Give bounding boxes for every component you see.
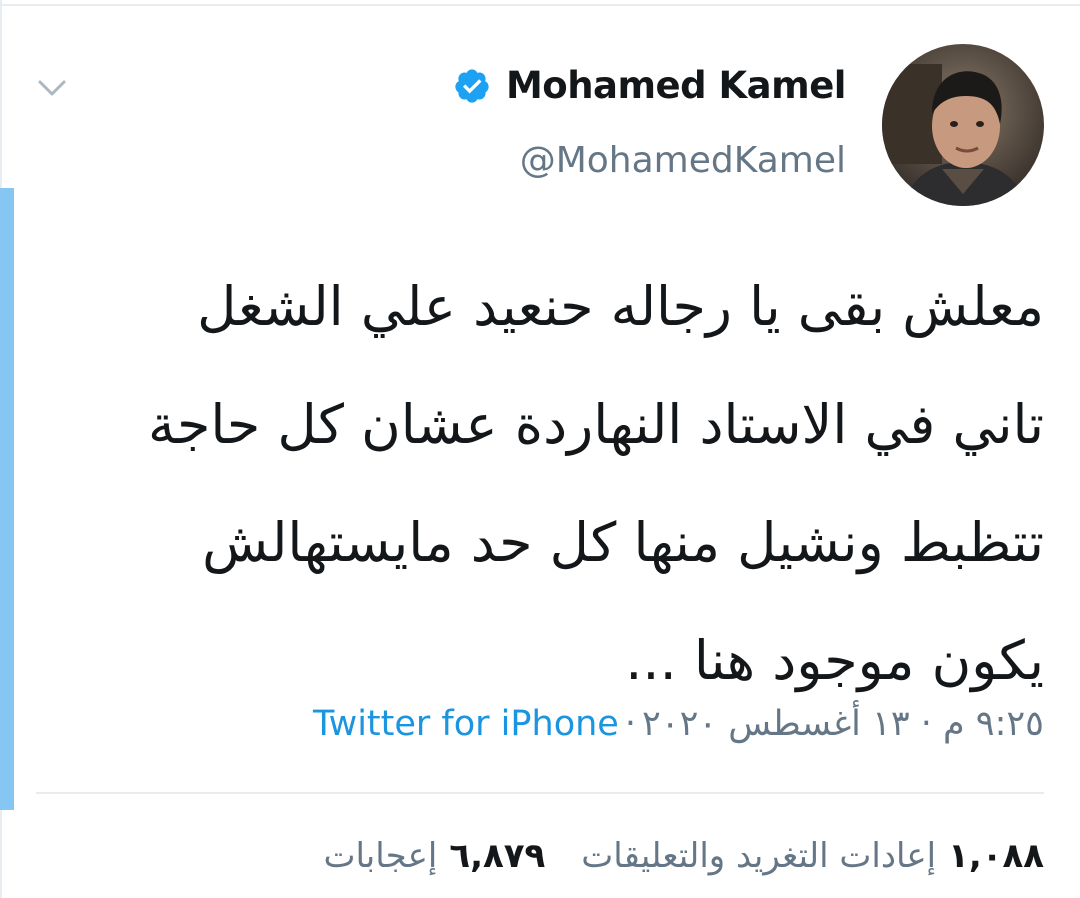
top-border [0, 4, 1080, 6]
retweets-count: ١,٠٨٨ [948, 836, 1044, 876]
verified-badge-icon [452, 66, 492, 106]
chevron-down-icon[interactable] [32, 68, 72, 108]
tweet-text-line: تتظبط ونشيل منها كل حد مايستهالش [202, 511, 1044, 574]
tweet-meta: ٩:٢٥ م · ١٣ أغسطس ٢٠٢٠ · Twitter for iPh… [313, 704, 1044, 744]
likes-stat[interactable]: ٦,٨٧٩ إعجابات [323, 836, 545, 876]
tweet-text-line: تاني في الاستاد النهاردة عشان كل حاجة [148, 393, 1044, 456]
tweet-text-line: معلش بقى يا رجاله حنعيد علي الشغل [197, 275, 1044, 338]
focus-indicator-bar [0, 188, 14, 810]
retweets-label: إعادات التغريد والتعليقات [581, 836, 937, 876]
tweet-source-link[interactable]: Twitter for iPhone [313, 704, 619, 744]
author-handle[interactable]: @MohamedKamel [520, 140, 846, 181]
author-display-name[interactable]: Mohamed Kamel [506, 64, 847, 107]
tweet-text: معلش بقى يا رجاله حنعيد علي الشغل تاني ف… [104, 248, 1044, 720]
divider [36, 792, 1044, 794]
retweets-stat[interactable]: ١,٠٨٨ إعادات التغريد والتعليقات [581, 836, 1044, 876]
tweet-timestamp[interactable]: ٩:٢٥ م · ١٣ أغسطس ٢٠٢٠ [642, 704, 1044, 744]
likes-count: ٦,٨٧٩ [449, 836, 546, 876]
tweet-stats: ١,٠٨٨ إعادات التغريد والتعليقات ٦,٨٧٩ إع… [323, 836, 1044, 876]
tweet-text-line: يكون موجود هنا ... [625, 629, 1044, 692]
author-name-row[interactable]: Mohamed Kamel [452, 64, 847, 107]
likes-label: إعجابات [323, 836, 438, 876]
meta-separator: · [624, 704, 636, 744]
avatar[interactable] [882, 44, 1044, 206]
